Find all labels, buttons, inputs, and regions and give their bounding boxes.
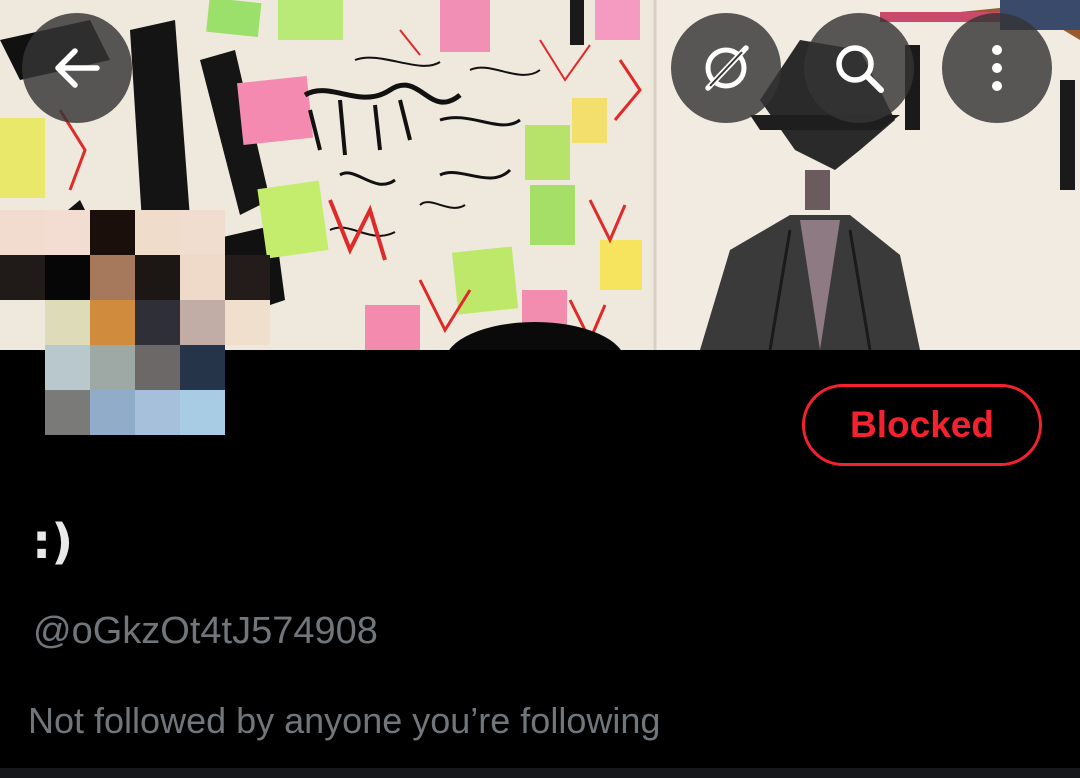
user-handle: @oGkzOt4tJ574908 [33, 610, 378, 652]
profile-avatar[interactable] [0, 210, 270, 435]
back-button[interactable] [22, 13, 132, 123]
display-name: :) [32, 514, 74, 570]
blocked-button[interactable]: Blocked [802, 384, 1042, 466]
followers-you-know-note: Not followed by anyone you’re following [28, 700, 661, 741]
grok-button[interactable] [671, 13, 781, 123]
more-options-button[interactable] [942, 13, 1052, 123]
search-button[interactable] [804, 13, 914, 123]
divider [0, 768, 1080, 778]
more-vertical-icon [992, 45, 1002, 91]
grok-icon [705, 45, 749, 91]
search-icon [836, 45, 884, 93]
arrow-left-icon [55, 48, 100, 88]
